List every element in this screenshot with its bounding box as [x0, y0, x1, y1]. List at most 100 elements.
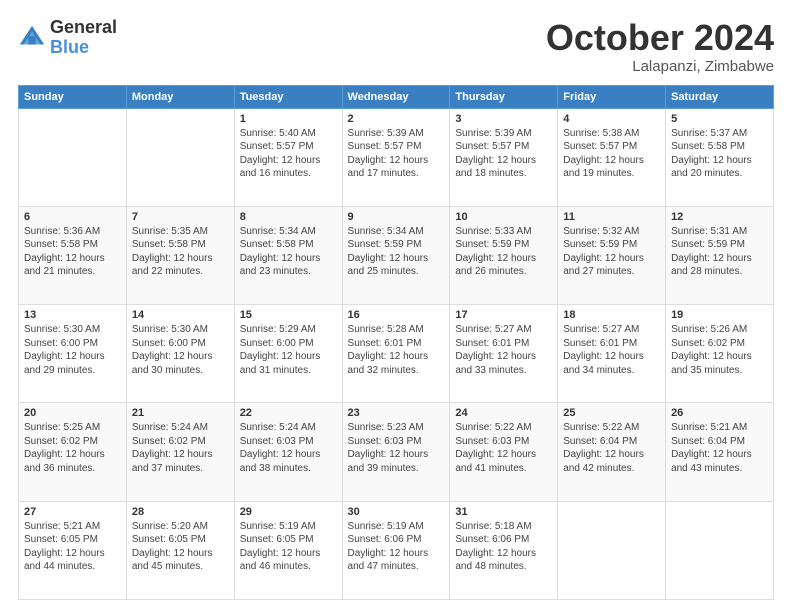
day-info: Sunrise: 5:26 AM Sunset: 6:02 PM Dayligh…: [671, 323, 768, 377]
day-info: Sunrise: 5:31 AM Sunset: 5:59 PM Dayligh…: [671, 225, 768, 279]
day-number: 26: [671, 407, 768, 419]
empty-cell: [666, 501, 774, 599]
day-info: Sunrise: 5:24 AM Sunset: 6:02 PM Dayligh…: [132, 421, 229, 475]
day-info: Sunrise: 5:29 AM Sunset: 6:00 PM Dayligh…: [240, 323, 337, 377]
week-row-5: 27 Sunrise: 5:21 AM Sunset: 6:05 PM Dayli…: [19, 501, 774, 599]
day-info: Sunrise: 5:37 AM Sunset: 5:58 PM Dayligh…: [671, 127, 768, 181]
day-info: Sunrise: 5:20 AM Sunset: 6:05 PM Dayligh…: [132, 520, 229, 574]
day-cell-3: 3 Sunrise: 5:39 AM Sunset: 5:57 PM Daylig…: [450, 108, 558, 206]
weekday-header-sunday: Sunday: [19, 85, 127, 108]
day-info: Sunrise: 5:34 AM Sunset: 5:58 PM Dayligh…: [240, 225, 337, 279]
day-number: 11: [563, 211, 660, 223]
day-info: Sunrise: 5:35 AM Sunset: 5:58 PM Dayligh…: [132, 225, 229, 279]
day-number: 18: [563, 309, 660, 321]
day-number: 23: [348, 407, 445, 419]
day-info: Sunrise: 5:18 AM Sunset: 6:06 PM Dayligh…: [455, 520, 552, 574]
weekday-header-row: SundayMondayTuesdayWednesdayThursdayFrid…: [19, 85, 774, 108]
day-number: 6: [24, 211, 121, 223]
weekday-header-thursday: Thursday: [450, 85, 558, 108]
day-number: 12: [671, 211, 768, 223]
day-cell-11: 11 Sunrise: 5:32 AM Sunset: 5:59 PM Dayli…: [558, 206, 666, 304]
day-info: Sunrise: 5:23 AM Sunset: 6:03 PM Dayligh…: [348, 421, 445, 475]
day-number: 27: [24, 506, 121, 518]
day-info: Sunrise: 5:39 AM Sunset: 5:57 PM Dayligh…: [455, 127, 552, 181]
page: General Blue October 2024 Lalapanzi, Zim…: [0, 0, 792, 612]
day-cell-27: 27 Sunrise: 5:21 AM Sunset: 6:05 PM Dayli…: [19, 501, 127, 599]
title-block: October 2024 Lalapanzi, Zimbabwe: [546, 18, 774, 75]
weekday-header-saturday: Saturday: [666, 85, 774, 108]
day-cell-4: 4Sunrise: 5:38 AM Sunset: 5:57 PM Daylig…: [558, 108, 666, 206]
weekday-header-tuesday: Tuesday: [234, 85, 342, 108]
day-number: 19: [671, 309, 768, 321]
day-cell-15: 15Sunrise: 5:29 AM Sunset: 6:00 PM Dayli…: [234, 305, 342, 403]
day-number: 29: [240, 506, 337, 518]
empty-cell: [558, 501, 666, 599]
weekday-header-friday: Friday: [558, 85, 666, 108]
day-number: 28: [132, 506, 229, 518]
day-info: Sunrise: 5:30 AM Sunset: 6:00 PM Dayligh…: [132, 323, 229, 377]
day-info: Sunrise: 5:19 AM Sunset: 6:05 PM Dayligh…: [240, 520, 337, 574]
day-info: Sunrise: 5:38 AM Sunset: 5:57 PM Dayligh…: [563, 127, 660, 181]
empty-cell: [19, 108, 127, 206]
day-number: 25: [563, 407, 660, 419]
day-cell-9: 9 Sunrise: 5:34 AM Sunset: 5:59 PM Daylig…: [342, 206, 450, 304]
day-info: Sunrise: 5:32 AM Sunset: 5:59 PM Dayligh…: [563, 225, 660, 279]
day-cell-24: 24 Sunrise: 5:22 AM Sunset: 6:03 PM Dayli…: [450, 403, 558, 501]
weekday-header-monday: Monday: [126, 85, 234, 108]
day-info: Sunrise: 5:19 AM Sunset: 6:06 PM Dayligh…: [348, 520, 445, 574]
day-info: Sunrise: 5:34 AM Sunset: 5:59 PM Dayligh…: [348, 225, 445, 279]
weekday-header-wednesday: Wednesday: [342, 85, 450, 108]
day-cell-31: 31Sunrise: 5:18 AM Sunset: 6:06 PM Dayli…: [450, 501, 558, 599]
day-cell-26: 26Sunrise: 5:21 AM Sunset: 6:04 PM Dayli…: [666, 403, 774, 501]
day-cell-30: 30 Sunrise: 5:19 AM Sunset: 6:06 PM Dayli…: [342, 501, 450, 599]
day-info: Sunrise: 5:25 AM Sunset: 6:02 PM Dayligh…: [24, 421, 121, 475]
day-number: 8: [240, 211, 337, 223]
calendar: SundayMondayTuesdayWednesdayThursdayFrid…: [18, 85, 774, 600]
day-number: 17: [455, 309, 552, 321]
day-info: Sunrise: 5:27 AM Sunset: 6:01 PM Dayligh…: [563, 323, 660, 377]
day-number: 1: [240, 113, 337, 125]
day-info: Sunrise: 5:40 AM Sunset: 5:57 PM Dayligh…: [240, 127, 337, 181]
day-number: 9: [348, 211, 445, 223]
week-row-4: 20 Sunrise: 5:25 AM Sunset: 6:02 PM Dayli…: [19, 403, 774, 501]
day-info: Sunrise: 5:21 AM Sunset: 6:05 PM Dayligh…: [24, 520, 121, 574]
header: General Blue October 2024 Lalapanzi, Zim…: [18, 18, 774, 75]
day-cell-12: 12 Sunrise: 5:31 AM Sunset: 5:59 PM Dayli…: [666, 206, 774, 304]
week-row-2: 6 Sunrise: 5:36 AM Sunset: 5:58 PM Daylig…: [19, 206, 774, 304]
day-cell-19: 19 Sunrise: 5:26 AM Sunset: 6:02 PM Dayli…: [666, 305, 774, 403]
day-cell-8: 8 Sunrise: 5:34 AM Sunset: 5:58 PM Daylig…: [234, 206, 342, 304]
day-info: Sunrise: 5:33 AM Sunset: 5:59 PM Dayligh…: [455, 225, 552, 279]
day-cell-23: 23 Sunrise: 5:23 AM Sunset: 6:03 PM Dayli…: [342, 403, 450, 501]
day-number: 30: [348, 506, 445, 518]
week-row-3: 13 Sunrise: 5:30 AM Sunset: 6:00 PM Dayli…: [19, 305, 774, 403]
day-cell-20: 20 Sunrise: 5:25 AM Sunset: 6:02 PM Dayli…: [19, 403, 127, 501]
day-info: Sunrise: 5:24 AM Sunset: 6:03 PM Dayligh…: [240, 421, 337, 475]
day-cell-7: 7 Sunrise: 5:35 AM Sunset: 5:58 PM Daylig…: [126, 206, 234, 304]
day-info: Sunrise: 5:28 AM Sunset: 6:01 PM Dayligh…: [348, 323, 445, 377]
day-cell-6: 6 Sunrise: 5:36 AM Sunset: 5:58 PM Daylig…: [19, 206, 127, 304]
day-number: 13: [24, 309, 121, 321]
day-number: 10: [455, 211, 552, 223]
day-number: 24: [455, 407, 552, 419]
day-cell-18: 18 Sunrise: 5:27 AM Sunset: 6:01 PM Dayli…: [558, 305, 666, 403]
day-info: Sunrise: 5:30 AM Sunset: 6:00 PM Dayligh…: [24, 323, 121, 377]
day-number: 7: [132, 211, 229, 223]
day-cell-22: 22Sunrise: 5:24 AM Sunset: 6:03 PM Dayli…: [234, 403, 342, 501]
day-number: 3: [455, 113, 552, 125]
day-cell-14: 14 Sunrise: 5:30 AM Sunset: 6:00 PM Dayli…: [126, 305, 234, 403]
day-number: 2: [348, 113, 445, 125]
day-cell-5: 5Sunrise: 5:37 AM Sunset: 5:58 PM Daylig…: [666, 108, 774, 206]
day-number: 14: [132, 309, 229, 321]
logo: General Blue: [18, 18, 117, 58]
empty-cell: [126, 108, 234, 206]
day-cell-29: 29 Sunrise: 5:19 AM Sunset: 6:05 PM Dayli…: [234, 501, 342, 599]
day-cell-10: 10 Sunrise: 5:33 AM Sunset: 5:59 PM Dayli…: [450, 206, 558, 304]
day-info: Sunrise: 5:22 AM Sunset: 6:03 PM Dayligh…: [455, 421, 552, 475]
day-number: 20: [24, 407, 121, 419]
day-cell-28: 28 Sunrise: 5:20 AM Sunset: 6:05 PM Dayli…: [126, 501, 234, 599]
day-cell-17: 17Sunrise: 5:27 AM Sunset: 6:01 PM Dayli…: [450, 305, 558, 403]
logo-icon: [18, 24, 46, 52]
day-info: Sunrise: 5:36 AM Sunset: 5:58 PM Dayligh…: [24, 225, 121, 279]
day-cell-2: 2Sunrise: 5:39 AM Sunset: 5:57 PM Daylig…: [342, 108, 450, 206]
week-row-1: 1 Sunrise: 5:40 AM Sunset: 5:57 PM Daylig…: [19, 108, 774, 206]
